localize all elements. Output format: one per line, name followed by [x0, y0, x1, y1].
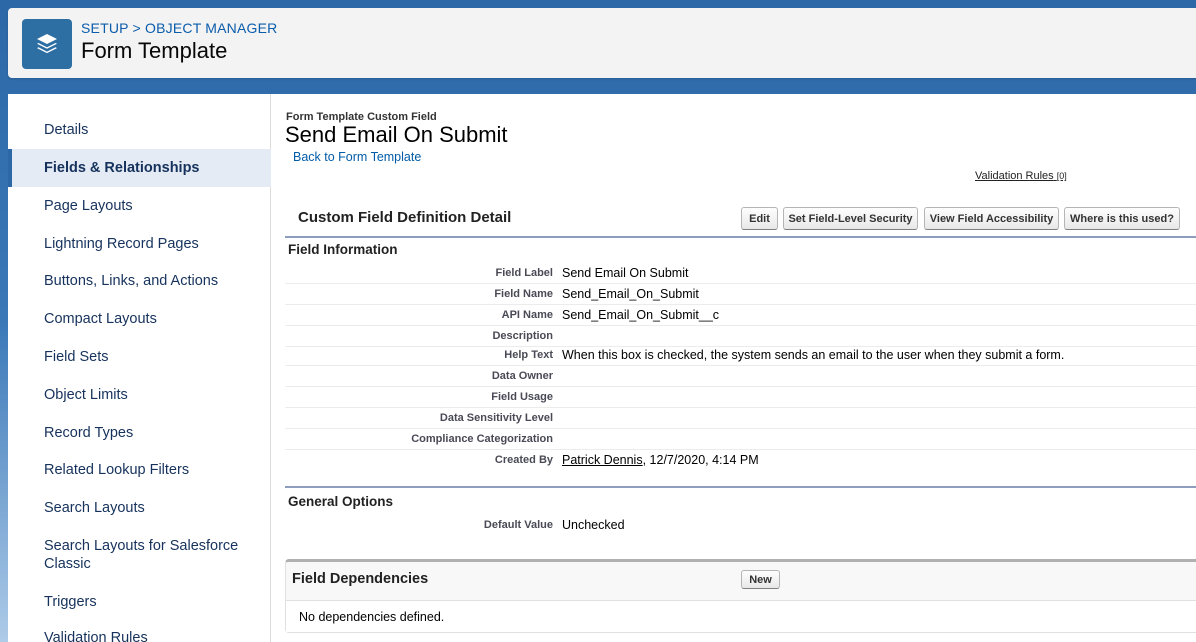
back-link[interactable]: Back to Form Template: [293, 150, 421, 164]
field-information-heading: Field Information: [288, 242, 398, 257]
edit-button[interactable]: Edit: [741, 207, 778, 230]
detail-label: Data Sensitivity Level: [439, 412, 553, 424]
sidebar-item-details[interactable]: Details: [8, 121, 271, 139]
breadcrumb-object-manager[interactable]: OBJECT MANAGER: [145, 20, 277, 36]
sidebar-item-search-layouts[interactable]: Search Layouts: [8, 499, 271, 517]
created-by-value: Patrick Dennis, 12/7/2020, 4:14 PM: [562, 453, 759, 467]
breadcrumb: SETUP > OBJECT MANAGER: [81, 20, 277, 36]
detail-row: Data Sensitivity Level: [285, 408, 1196, 429]
sidebar-nav: Details Fields & Relationships Page Layo…: [8, 94, 271, 642]
default-value-label: Default Value: [483, 519, 553, 531]
page-header: SETUP > OBJECT MANAGER Form Template: [8, 8, 1196, 78]
detail-row: Field Label Send Email On Submit: [285, 263, 1196, 284]
section-divider: [285, 486, 1196, 488]
created-by-date: , 12/7/2020, 4:14 PM: [642, 453, 759, 467]
detail-row: Compliance Categorization: [285, 429, 1196, 450]
detail-label: Help Text: [504, 349, 553, 361]
field-dependencies-heading: Field Dependencies: [292, 571, 429, 587]
created-by-label: Created By: [494, 454, 553, 466]
sidebar-item-record-types[interactable]: Record Types: [8, 424, 271, 442]
layers-icon: [22, 19, 72, 69]
detail-row: Field Usage: [285, 387, 1196, 408]
detail-row: Field Name Send_Email_On_Submit: [285, 284, 1196, 305]
field-title: Send Email On Submit: [285, 122, 508, 147]
no-dependencies-text: No dependencies defined.: [299, 610, 445, 624]
detail-label: Data Owner: [491, 370, 553, 382]
sidebar-item-lightning-record-pages[interactable]: Lightning Record Pages: [8, 235, 271, 253]
sidebar-item-compact-layouts[interactable]: Compact Layouts: [8, 310, 271, 328]
section-divider: [285, 236, 1196, 238]
sidebar-item-triggers[interactable]: Triggers: [8, 593, 271, 611]
breadcrumb-separator: >: [132, 20, 141, 36]
created-by-user-link[interactable]: Patrick Dennis: [562, 453, 643, 467]
validation-rules-link[interactable]: Validation Rules [0]: [975, 170, 1067, 182]
new-dependency-button[interactable]: New: [741, 570, 780, 589]
content-area: Form Template Custom Field Send Email On…: [272, 94, 1196, 642]
detail-label: Field Label: [495, 267, 553, 279]
detail-value: Send_Email_On_Submit__c: [562, 308, 720, 322]
sidebar-item-field-sets[interactable]: Field Sets: [8, 348, 271, 366]
page-title: Form Template: [81, 38, 228, 63]
created-by-row: Created By Patrick Dennis, 12/7/2020, 4:…: [285, 450, 1196, 471]
view-field-accessibility-button[interactable]: View Field Accessibility: [924, 207, 1059, 230]
section-title: Custom Field Definition Detail: [298, 209, 512, 226]
field-dependencies-panel: Field Dependencies New No dependencies d…: [285, 559, 1196, 633]
default-value-row: Default Value Unchecked: [285, 515, 1196, 536]
set-field-level-security-button[interactable]: Set Field-Level Security: [783, 207, 918, 230]
default-value: Unchecked: [562, 518, 625, 532]
detail-value: Send_Email_On_Submit: [562, 287, 699, 301]
detail-label: API Name: [501, 309, 553, 321]
detail-value: When this box is checked, the system sen…: [562, 348, 1065, 362]
sidebar-item-page-layouts[interactable]: Page Layouts: [8, 197, 271, 215]
detail-row: Description: [285, 326, 1196, 347]
detail-row: API Name Send_Email_On_Submit__c: [285, 305, 1196, 326]
sidebar-item-validation-rules[interactable]: Validation Rules: [8, 629, 271, 642]
detail-label: Field Usage: [491, 391, 553, 403]
detail-label: Description: [492, 330, 553, 342]
detail-value: Send Email On Submit: [562, 266, 689, 280]
general-options-heading: General Options: [288, 494, 394, 509]
detail-row: Data Owner: [285, 366, 1196, 387]
main-panel: Details Fields & Relationships Page Layo…: [8, 94, 1196, 642]
dependencies-list: No dependencies defined.: [286, 600, 1196, 632]
where-is-this-used-button[interactable]: Where is this used?: [1064, 207, 1180, 230]
validation-rules-label: Validation Rules: [975, 170, 1054, 182]
sidebar-item-related-lookup-filters[interactable]: Related Lookup Filters: [8, 461, 271, 479]
sidebar-item-object-limits[interactable]: Object Limits: [8, 386, 271, 404]
detail-row: Help Text When this box is checked, the …: [285, 345, 1196, 366]
sidebar-item-search-layouts-classic[interactable]: Search Layouts for Salesforce Classic: [8, 537, 248, 573]
sidebar-item-fields-relationships[interactable]: Fields & Relationships: [8, 149, 271, 187]
sidebar-item-buttons-links-actions[interactable]: Buttons, Links, and Actions: [8, 272, 271, 290]
breadcrumb-setup[interactable]: SETUP: [81, 20, 128, 36]
detail-label: Compliance Categorization: [411, 433, 553, 445]
validation-rules-count: [0]: [1056, 171, 1067, 181]
detail-label: Field Name: [494, 288, 553, 300]
